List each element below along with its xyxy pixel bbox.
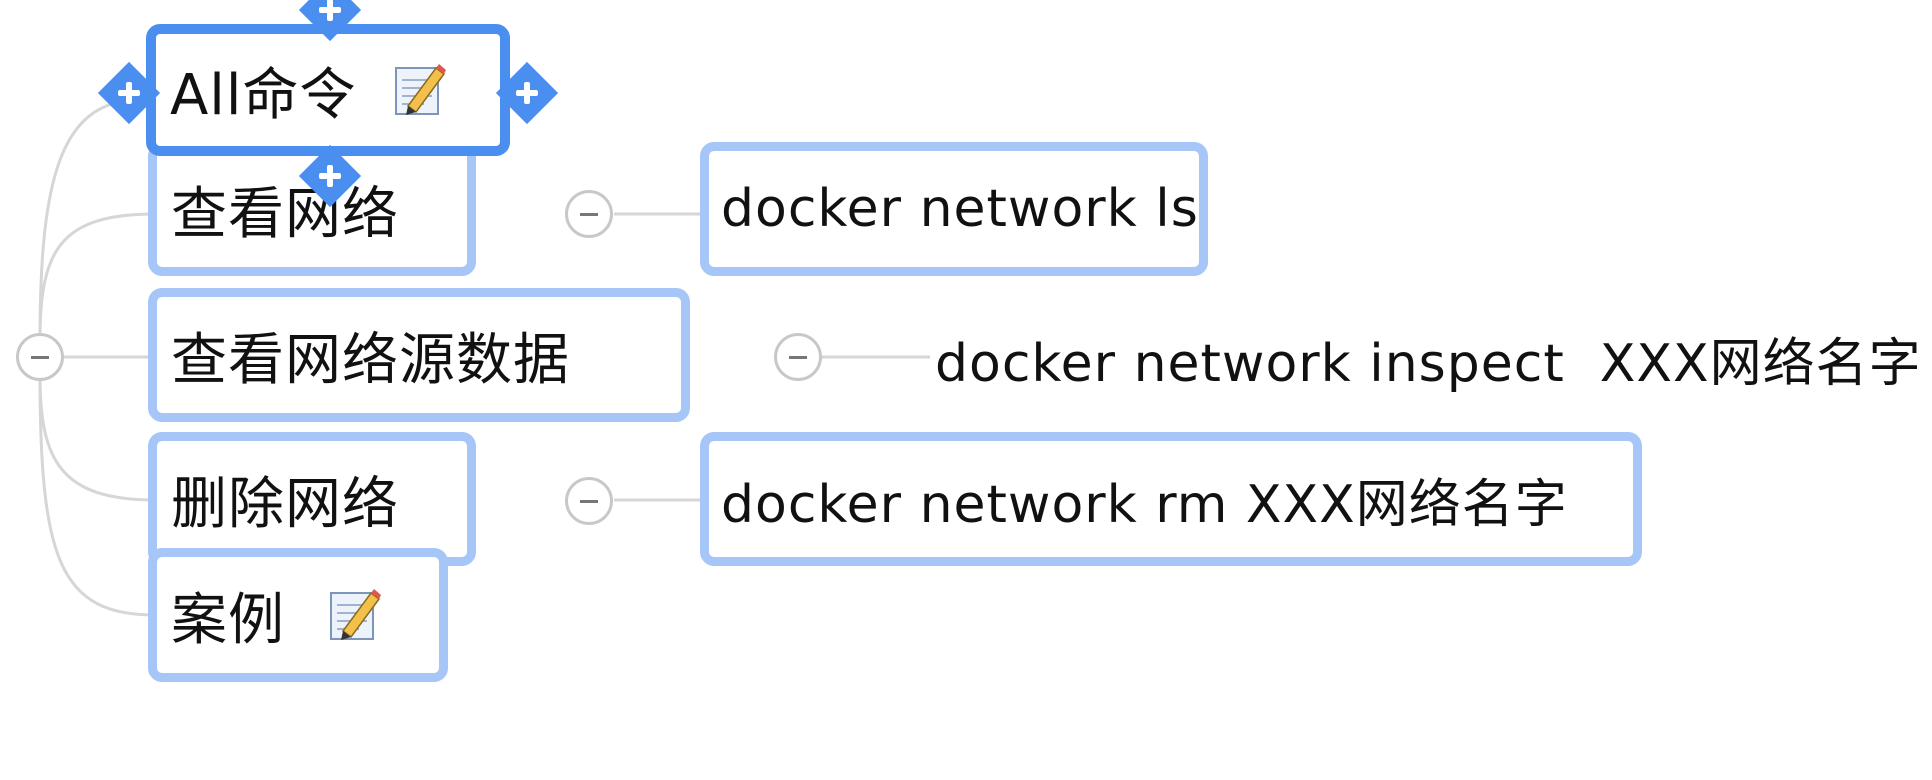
collapse-button-delete-network[interactable] — [565, 477, 613, 525]
mind-map-canvas: All命令 查看网络 docker network ls 查看网络源数据 doc… — [0, 0, 1932, 780]
root-collapse-button[interactable] — [16, 333, 64, 381]
note-pencil-icon[interactable] — [394, 62, 448, 118]
add-topic-below-handle[interactable] — [298, 144, 362, 208]
subtopic-docker-network-inspect[interactable]: docker network inspect XXX网络名字 — [935, 320, 1925, 396]
connector-branch-case — [38, 374, 156, 617]
central-topic-all-commands[interactable]: All命令 — [146, 24, 510, 156]
collapse-button-view-network[interactable] — [565, 190, 613, 238]
topic-view-network-metadata[interactable]: 查看网络源数据 — [148, 288, 690, 422]
subtopic-docker-network-ls[interactable]: docker network ls — [700, 142, 1208, 276]
topic-label: 查看网络 — [171, 181, 399, 247]
connector-central-branch — [38, 98, 141, 341]
topic-label: 删除网络 — [171, 471, 399, 537]
central-topic-label: All命令 — [170, 62, 357, 128]
topic-label: 查看网络源数据 — [171, 327, 570, 393]
collapse-button-network-metadata[interactable] — [774, 333, 822, 381]
connector-branch-view-network — [38, 212, 156, 341]
subtopic-docker-network-rm[interactable]: docker network rm XXX网络名字 — [700, 432, 1642, 566]
connector-branch-delete-network — [38, 374, 156, 502]
topic-case[interactable]: 案例 — [148, 548, 448, 682]
subtopic-label: docker network ls — [721, 179, 1199, 239]
add-topic-left-handle[interactable] — [97, 61, 161, 125]
subtopic-label: docker network rm XXX网络名字 — [721, 474, 1568, 535]
add-topic-right-handle[interactable] — [495, 61, 559, 125]
topic-delete-network[interactable]: 删除网络 — [148, 432, 476, 566]
note-pencil-icon[interactable] — [329, 587, 383, 643]
subtopic-label: docker network inspect XXX网络名字 — [935, 333, 1922, 394]
topic-label: 案例 — [171, 587, 285, 653]
